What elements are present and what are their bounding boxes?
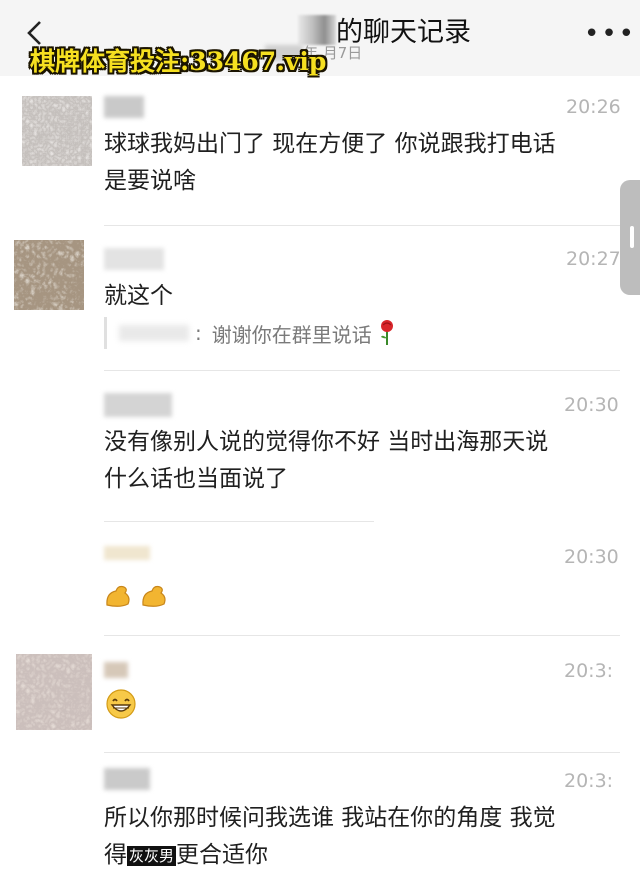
divider — [104, 635, 620, 636]
divider — [104, 370, 620, 371]
sender-name-redaction — [104, 393, 172, 417]
sender-name-redaction — [104, 96, 144, 118]
divider — [104, 225, 620, 226]
quote-separator: : — [195, 321, 202, 345]
message-time: 20:30 — [564, 394, 619, 416]
sender-name-redaction — [104, 662, 128, 678]
sender-name-redaction — [104, 768, 150, 790]
divider — [104, 521, 374, 522]
message-text: 就这个 — [104, 283, 173, 309]
flexed-biceps-icon — [106, 585, 130, 607]
quote-text: 谢谢你在群里说话 — [211, 322, 372, 347]
sender-name-redaction — [104, 546, 150, 560]
message-text: 所以你那时候问我选谁 我站在你的角度 我觉 得灰灰男更合适你 — [104, 800, 624, 874]
message-text: 没有像别人说的觉得你不好 当时出海那天说 什么话也当面说了 — [104, 429, 549, 492]
avatar[interactable] — [16, 654, 92, 730]
title-redaction — [298, 14, 336, 45]
sender-name-redaction — [104, 248, 164, 270]
avatar[interactable] — [22, 96, 92, 166]
flexed-biceps-icon — [142, 585, 166, 607]
message-text-part: 更合适你 — [176, 842, 269, 868]
scrollbar-grip — [630, 226, 634, 248]
avatar[interactable] — [14, 240, 84, 310]
emoji-row — [104, 583, 170, 609]
watermark: 棋牌体育投注:33467.vip — [30, 47, 327, 76]
message-time: 20:27 — [566, 248, 621, 270]
message-time: 20:3: — [564, 770, 614, 792]
grinning-face-icon — [106, 689, 136, 719]
more-dots-icon[interactable]: ••• — [584, 21, 636, 47]
censor-label: 灰灰男 — [127, 845, 177, 866]
message-time: 20:30 — [564, 546, 619, 568]
message-time: 20:3: — [564, 660, 614, 682]
divider — [104, 752, 620, 753]
message-text: 球球我妈出门了 现在方便了 你说跟我打电话 是要说啥 — [104, 131, 556, 194]
quoted-sender-redaction — [119, 325, 189, 341]
message-time: 20:26 — [566, 96, 621, 118]
rose-icon — [380, 320, 393, 345]
quoted-reply[interactable]: : 谢谢你在群里说话 — [104, 317, 396, 349]
